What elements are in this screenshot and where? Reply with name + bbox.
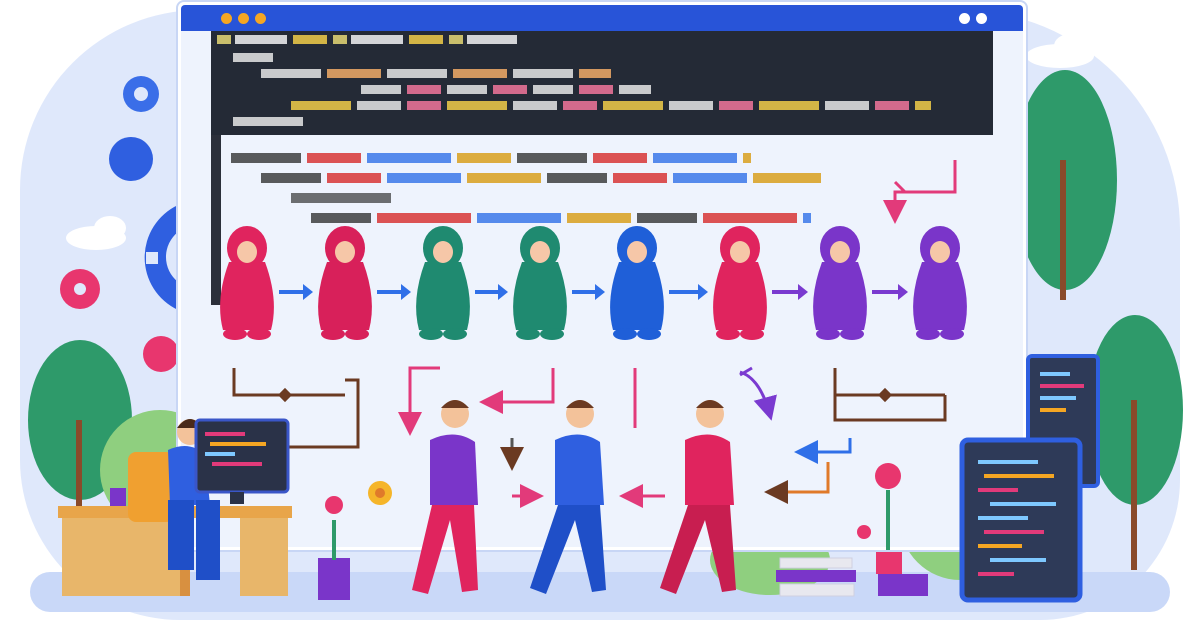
- book-stack: [776, 557, 856, 597]
- desk-monitor: [194, 418, 290, 504]
- figure-doll: [513, 226, 567, 340]
- flow-arrowhead: [595, 284, 605, 300]
- illustration-scene: [0, 0, 1200, 630]
- flow-arrowhead: [698, 284, 708, 300]
- flow-arrowhead: [798, 284, 808, 300]
- figure-doll: [416, 226, 470, 340]
- figure-row: [220, 226, 967, 340]
- figure-doll: [318, 226, 372, 340]
- figure-doll: [913, 226, 967, 340]
- person-walking: [530, 400, 606, 594]
- figure-doll: [220, 226, 274, 340]
- person-walking: [412, 400, 478, 594]
- foreground-illustration: [58, 160, 1100, 603]
- flow-arrowhead: [898, 284, 908, 300]
- figure-doll: [713, 226, 767, 340]
- server-rack: [959, 354, 1100, 603]
- person-walking: [660, 400, 736, 594]
- figure-doll: [813, 226, 867, 340]
- figure-doll: [610, 226, 664, 340]
- flow-arrowhead: [303, 284, 313, 300]
- connector-arrow: [883, 160, 957, 224]
- flow-arrowhead: [401, 284, 411, 300]
- flow-arrowhead: [498, 284, 508, 300]
